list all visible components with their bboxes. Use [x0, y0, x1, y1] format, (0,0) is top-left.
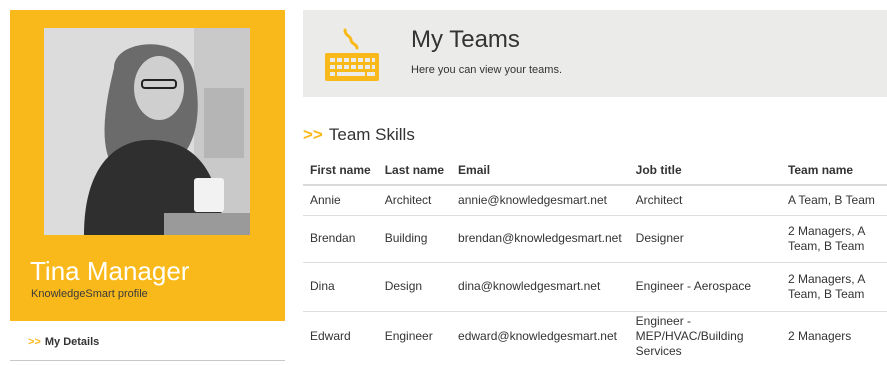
- profile-name: Tina Manager: [30, 256, 190, 286]
- page-subtitle: Here you can view your teams.: [411, 64, 563, 76]
- cell-job-title: Designer: [628, 215, 781, 263]
- cell-team-name: 2 Managers: [787, 328, 852, 343]
- profile-photo: [44, 28, 250, 235]
- table-row[interactable]: Brendan Building brendan@knowledgesmart.…: [303, 215, 887, 263]
- cell-last-name: Engineer: [384, 328, 433, 343]
- cell-job-title: Engineer - MEP/HVAC/Building Services: [635, 313, 744, 358]
- chevron-right-icon: >>: [28, 336, 41, 348]
- chevron-right-icon: >>: [303, 125, 323, 144]
- keyboard-icon: [325, 28, 379, 81]
- cell-last-name: Building: [377, 215, 452, 263]
- cell-job-title: Engineer - Aerospace: [628, 262, 781, 312]
- cell-last-name: Design: [377, 262, 452, 312]
- cell-first-name: Edward: [310, 328, 351, 343]
- column-header-job-title[interactable]: Job title: [628, 155, 781, 186]
- cell-email: dina@knowledgesmart.net: [451, 262, 629, 312]
- cell-email: brendan@knowledgesmart.net: [451, 215, 629, 263]
- section-title: Team Skills: [328, 125, 415, 144]
- cell-email: annie@knowledgesmart.net: [451, 185, 629, 216]
- cell-team-name: 2 Managers, A Team, B Team: [780, 262, 887, 312]
- cell-first-name: Dina: [303, 262, 378, 312]
- sidebar-item-my-details[interactable]: >> My Details: [10, 330, 285, 361]
- section-heading: >> Team Skills: [303, 125, 415, 145]
- column-header-team-name[interactable]: Team name: [780, 155, 887, 186]
- column-header-last-name[interactable]: Last name: [377, 155, 452, 186]
- profile-subtitle: KnowledgeSmart profile: [31, 288, 148, 300]
- team-skills-table: First name Last name Email Job title Tea…: [303, 155, 887, 361]
- cell-email: edward@knowledgesmart.net: [458, 328, 617, 343]
- cell-team-name: 2 Managers, A Team, B Team: [780, 215, 887, 263]
- column-header-first-name[interactable]: First name: [303, 155, 378, 186]
- profile-card: Tina Manager KnowledgeSmart profile: [10, 10, 285, 321]
- cell-last-name: Architect: [377, 185, 452, 216]
- column-header-email[interactable]: Email: [451, 155, 629, 186]
- page-title: My Teams: [411, 26, 520, 53]
- table-row[interactable]: Dina Design dina@knowledgesmart.net Engi…: [303, 262, 887, 312]
- profile-photo-image: [44, 28, 250, 235]
- table-row[interactable]: Annie Architect annie@knowledgesmart.net…: [303, 185, 887, 216]
- table-header-row: First name Last name Email Job title Tea…: [303, 155, 887, 186]
- cell-job-title: Architect: [628, 185, 781, 216]
- sidebar-item-label: My Details: [44, 336, 100, 348]
- page-header-banner: My Teams Here you can view your teams.: [303, 10, 887, 97]
- cell-first-name: Annie: [303, 185, 378, 216]
- cell-team-name: A Team, B Team: [780, 185, 887, 216]
- table-row[interactable]: Edward Engineer edward@knowledgesmart.ne…: [303, 311, 887, 361]
- cell-first-name: Brendan: [303, 215, 378, 263]
